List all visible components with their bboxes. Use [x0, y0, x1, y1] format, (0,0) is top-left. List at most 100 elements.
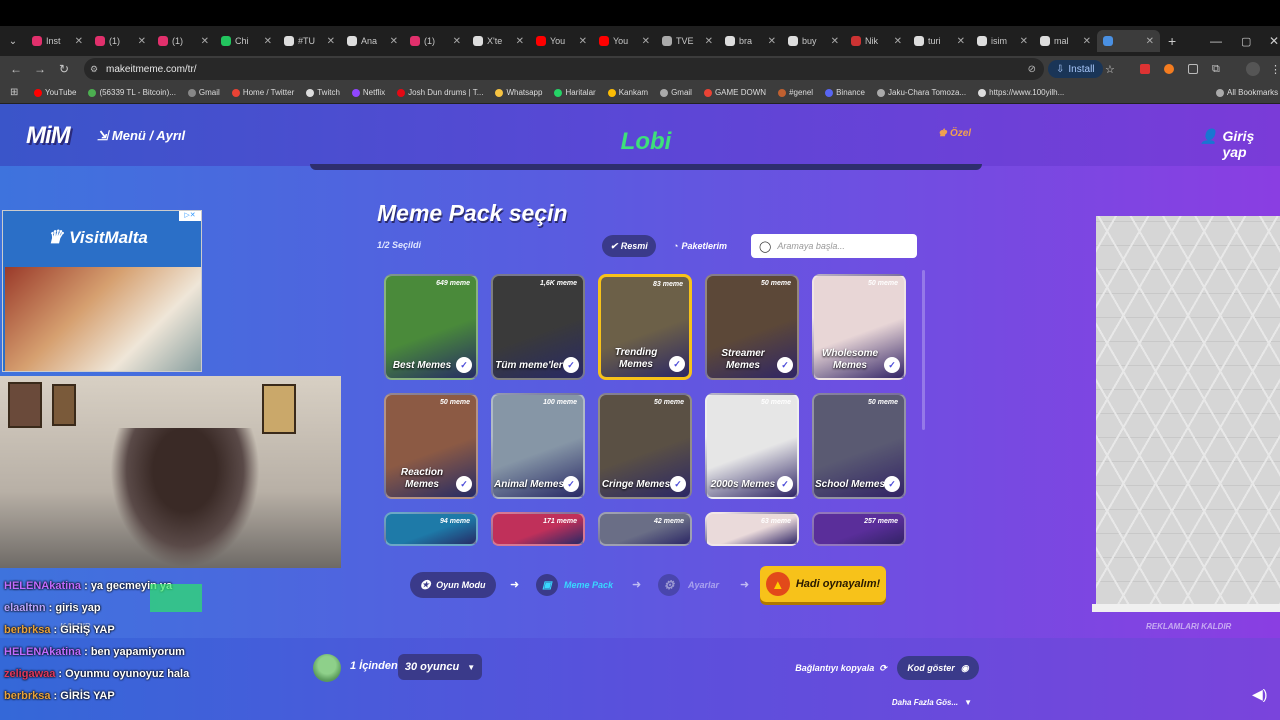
tab-close-icon[interactable]: ✕	[453, 36, 461, 47]
tab-close-icon[interactable]: ✕	[579, 36, 587, 47]
browser-tab[interactable]: You ✕	[530, 30, 593, 52]
browser-tab[interactable]: isim ✕	[971, 30, 1034, 52]
browser-tab[interactable]: TVE ✕	[656, 30, 719, 52]
browser-tab[interactable]: turi ✕	[908, 30, 971, 52]
extensions-puzzle-icon[interactable]: ⧉	[1212, 63, 1220, 76]
meme-pack-card[interactable]: 171 meme	[491, 512, 585, 546]
tab-close-icon[interactable]: ✕	[327, 36, 335, 47]
browser-tab[interactable]: (1) ✕	[404, 30, 467, 52]
browser-tab[interactable]: (1) ✕	[89, 30, 152, 52]
remove-ads-right[interactable]: REKLAMLARI KALDIR	[1146, 622, 1231, 631]
tab-close-icon[interactable]: ✕	[201, 36, 209, 47]
copy-link-button[interactable]: Bağlantıyı kopyala ⟳	[788, 656, 894, 680]
tab-search-icon[interactable]: ⌄	[0, 36, 26, 47]
url-field[interactable]: ⚙ makeitmeme.com/tr/ ⊘	[84, 58, 1044, 80]
players-dropdown[interactable]: 30 oyuncu ▼	[398, 654, 482, 680]
bookmark-item[interactable]: Binance	[825, 88, 865, 97]
browser-tab[interactable]: Ana ✕	[341, 30, 404, 52]
profile-avatar[interactable]	[1246, 62, 1260, 76]
forward-icon[interactable]: →	[28, 62, 52, 76]
minimize-button[interactable]: —	[1210, 34, 1222, 48]
bookmark-item[interactable]: #genel	[778, 88, 813, 97]
bookmark-item[interactable]: Josh Dun drums | T...	[397, 88, 483, 97]
tab-close-icon[interactable]: ✕	[831, 36, 839, 47]
meme-pack-card[interactable]: 50 meme Wholesome Memes ✓	[812, 274, 906, 380]
meme-pack-card[interactable]: 257 meme	[812, 512, 906, 546]
meme-pack-card[interactable]: 42 meme	[598, 512, 692, 546]
close-window-button[interactable]: ✕	[1269, 34, 1279, 48]
bookmark-item[interactable]: https://www.100yilh...	[978, 88, 1064, 97]
bookmark-item[interactable]: (56339 TL - Bitcoin)...	[88, 88, 176, 97]
browser-tab[interactable]: Chi ✕	[215, 30, 278, 52]
site-info-icon[interactable]: ⚙	[90, 64, 98, 75]
meme-pack-card[interactable]: 100 meme Animal Memes ✓	[491, 393, 585, 499]
back-icon[interactable]: ←	[4, 62, 28, 76]
maximize-button[interactable]: ▢	[1241, 35, 1251, 48]
tab-close-icon[interactable]: ✕	[1083, 36, 1091, 47]
tab-close-icon[interactable]: ✕	[642, 36, 650, 47]
apps-grid-icon[interactable]: ⊞	[10, 87, 18, 98]
browser-tab[interactable]: mal ✕	[1034, 30, 1097, 52]
browser-tab[interactable]: Inst ✕	[26, 30, 89, 52]
meme-pack-card[interactable]: 50 meme School Memes ✓	[812, 393, 906, 499]
tab-close-icon[interactable]: ✕	[264, 36, 272, 47]
tab-close-icon[interactable]: ✕	[894, 36, 902, 47]
incognito-icon[interactable]: ⊘	[1028, 64, 1036, 75]
tab-close-icon[interactable]: ✕	[957, 36, 965, 47]
browser-tab[interactable]: buy ✕	[782, 30, 845, 52]
show-code-button[interactable]: Kod göster ◉	[897, 656, 979, 680]
bookmark-item[interactable]: Whatsapp	[495, 88, 542, 97]
tab-close-icon[interactable]: ✕	[138, 36, 146, 47]
browser-tab[interactable]: #TU ✕	[278, 30, 341, 52]
extension-icon-3[interactable]	[1188, 64, 1198, 74]
extension-icon-1[interactable]	[1140, 64, 1150, 74]
tab-close-icon[interactable]: ✕	[768, 36, 776, 47]
bookmark-item[interactable]: Jaku-Chara Tomoza...	[877, 88, 966, 97]
meme-pack-card[interactable]: 83 meme Trending Memes ✓	[598, 274, 692, 380]
browser-tab[interactable]: X'te ✕	[467, 30, 530, 52]
reload-icon[interactable]: ↻	[52, 62, 76, 76]
bookmark-item[interactable]: Netflix	[351, 88, 385, 97]
meme-pack-card[interactable]: 94 meme	[384, 512, 478, 546]
browser-tab[interactable]: ✕	[1097, 30, 1160, 52]
tab-close-icon[interactable]: ✕	[1020, 36, 1028, 47]
browser-tab[interactable]: Nik ✕	[845, 30, 908, 52]
bookmark-item[interactable]: Gmail	[660, 88, 692, 97]
tab-close-icon[interactable]: ✕	[1146, 36, 1154, 47]
browser-tab[interactable]: bra ✕	[719, 30, 782, 52]
ad-banner-right[interactable]	[1096, 216, 1280, 606]
browser-tab[interactable]: (1) ✕	[152, 30, 215, 52]
step-game-mode[interactable]: ✪ Oyun Modu	[410, 572, 496, 598]
meme-pack-card[interactable]: 1,6K meme Tüm meme'ler ✓	[491, 274, 585, 380]
ad-scrollbar[interactable]	[1092, 604, 1280, 612]
meme-pack-card[interactable]: 50 meme Reaction Memes ✓	[384, 393, 478, 499]
bookmark-item[interactable]: Kankam	[607, 88, 648, 97]
step-meme-pack[interactable]: ▣ Meme Pack	[532, 572, 618, 598]
volume-icon[interactable]: ◀)	[1252, 686, 1267, 703]
meme-pack-card[interactable]: 50 meme 2000s Memes ✓	[705, 393, 799, 499]
meme-pack-card[interactable]: 63 meme	[705, 512, 799, 546]
bookmark-item[interactable]: YouTube	[34, 88, 76, 97]
meme-pack-card[interactable]: 50 meme Streamer Memes ✓	[705, 274, 799, 380]
meme-pack-card[interactable]: 50 meme Cringe Memes ✓	[598, 393, 692, 499]
tab-close-icon[interactable]: ✕	[516, 36, 524, 47]
bookmark-star-icon[interactable]: ☆	[1105, 63, 1115, 76]
browser-tab[interactable]: You ✕	[593, 30, 656, 52]
tab-close-icon[interactable]: ✕	[705, 36, 713, 47]
bookmark-item[interactable]: All Bookmarks	[1216, 88, 1278, 97]
bookmark-item[interactable]: GAME DOWN	[703, 88, 766, 97]
tab-close-icon[interactable]: ✕	[75, 36, 83, 47]
bookmark-item[interactable]: Haritalar	[554, 88, 596, 97]
show-more-button[interactable]: Daha Fazla Gös... ▼	[886, 692, 978, 712]
step-settings[interactable]: ⚙ Ayarlar	[654, 572, 734, 598]
bookmark-item[interactable]: Gmail	[187, 88, 220, 97]
play-button[interactable]: ▲ Hadi oynayalım!	[760, 566, 886, 602]
extension-icon-2[interactable]	[1164, 64, 1174, 74]
install-app-button[interactable]: ⇩ Install	[1048, 60, 1103, 78]
browser-menu-icon[interactable]: ⋮	[1270, 63, 1280, 76]
meme-pack-card[interactable]: 649 meme Best Memes ✓	[384, 274, 478, 380]
tab-close-icon[interactable]: ✕	[390, 36, 398, 47]
new-tab-button[interactable]: +	[1168, 33, 1176, 49]
grid-scrollbar[interactable]	[922, 270, 925, 430]
bookmark-item[interactable]: Home / Twitter	[231, 88, 294, 97]
